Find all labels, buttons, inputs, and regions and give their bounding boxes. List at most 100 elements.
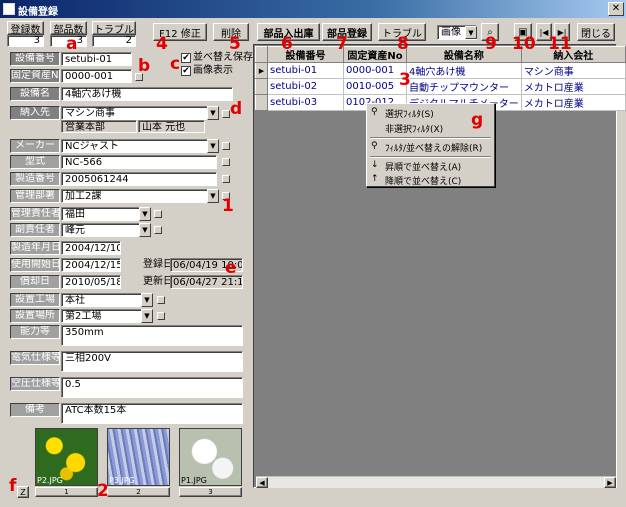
dep-date-field[interactable]: 2010/05/18 xyxy=(61,275,121,289)
sort-descending-icon: ↑ xyxy=(371,174,379,184)
count-registered: 3 xyxy=(7,35,44,47)
submanager-field[interactable]: 峰元 xyxy=(61,223,151,237)
table-cell[interactable]: 4軸穴あけ機 xyxy=(406,62,522,79)
column-header-equip-name[interactable]: 設備名称 xyxy=(406,46,522,63)
marker-4: 4 xyxy=(156,34,168,54)
factory-button[interactable] xyxy=(157,296,165,304)
menu-item-sort-ascending[interactable]: 昇順で並べ替え(A) xyxy=(385,160,461,173)
close-button[interactable]: 閉じる xyxy=(577,23,615,41)
model-label: 型式 xyxy=(10,155,60,169)
scroll-right-icon[interactable]: ▶ xyxy=(604,477,616,488)
table-row[interactable]: setubi-02 0010-005 自動チップマウンター メカトロ産業 xyxy=(255,78,626,95)
factory-dropdown-icon[interactable]: ▼ xyxy=(141,293,153,307)
air-field[interactable]: 0.5 xyxy=(61,377,243,398)
submanager-button[interactable] xyxy=(154,226,162,234)
equip-name-label: 設備名 xyxy=(10,87,60,101)
start-date-label: 使用開始日 xyxy=(10,258,60,272)
maker-dropdown-icon[interactable]: ▼ xyxy=(207,139,219,153)
count-header-trouble[interactable]: トラブル xyxy=(92,21,136,36)
table-cell[interactable]: 自動チップマウンター xyxy=(406,78,522,95)
menu-item-clear-filter-sort[interactable]: ﾌｨﾙﾀ/並べ替えの解除(R) xyxy=(385,141,482,154)
sort-save-checkbox[interactable]: ✔ xyxy=(181,53,191,63)
elec-field[interactable]: 三相200V xyxy=(61,351,243,372)
table-cell[interactable]: setubi-03 xyxy=(267,94,344,111)
marker-a: a xyxy=(66,34,78,54)
show-image-checkbox[interactable]: ✔ xyxy=(181,66,191,76)
air-label: 空圧仕様等 xyxy=(10,377,60,391)
marker-9: 9 xyxy=(485,34,497,54)
model-button[interactable] xyxy=(222,158,230,166)
place-dropdown-icon[interactable]: ▼ xyxy=(141,309,153,323)
table-cell[interactable]: setubi-01 xyxy=(267,62,344,79)
manager-dropdown-icon[interactable]: ▼ xyxy=(139,207,151,221)
equip-no-field[interactable]: setubi-01 xyxy=(61,52,132,66)
menu-item-sort-descending[interactable]: 降順で並べ替え(C) xyxy=(385,174,461,187)
supplier-dropdown-icon[interactable]: ▼ xyxy=(207,106,219,120)
place-field[interactable]: 第2工場 xyxy=(61,309,153,323)
image-index-2[interactable]: 2 xyxy=(107,487,170,497)
supplier-field[interactable]: マシン商事 xyxy=(61,106,219,120)
maker-button[interactable] xyxy=(222,142,230,150)
mfg-date-field[interactable]: 2004/12/10 xyxy=(61,241,121,255)
table-row[interactable]: ▶ setubi-01 0000-001 4軸穴あけ機 マシン商事 xyxy=(255,62,626,79)
place-button[interactable] xyxy=(157,312,165,320)
menu-item-filter-by-selection[interactable]: 選択ﾌｨﾙﾀ(S) xyxy=(385,107,434,120)
supplier-button[interactable] xyxy=(222,110,230,118)
equipment-table: 設備番号 固定資産No 設備名称 納入会社 ▶ setubi-01 0000-0… xyxy=(255,46,626,111)
horizontal-scrollbar[interactable]: ◀ ▶ xyxy=(256,476,616,488)
row-selector[interactable] xyxy=(255,78,268,95)
table-cell[interactable]: 0010-005 xyxy=(343,78,407,95)
marker-d: d xyxy=(230,99,243,119)
image-name-1: P2.JPG xyxy=(37,476,63,485)
elec-label: 電気仕様等 xyxy=(10,351,60,365)
image-index-1[interactable]: 1 xyxy=(35,487,98,497)
asset-no-field[interactable]: 0000-001 xyxy=(61,69,132,83)
factory-field[interactable]: 本社 xyxy=(61,293,153,307)
scroll-left-icon[interactable]: ◀ xyxy=(256,477,268,488)
sort-ascending-icon: ↓ xyxy=(371,160,379,170)
image-nav-button[interactable]: Z xyxy=(17,486,29,498)
mfg-date-label: 製造年月日 xyxy=(10,241,60,255)
start-date-field[interactable]: 2004/12/15 xyxy=(61,258,121,272)
note-label: 備考 xyxy=(10,403,60,417)
column-header-equip-no[interactable]: 設備番号 xyxy=(267,46,344,63)
dept-field[interactable]: 加工2課 xyxy=(61,189,219,203)
marker-c: c xyxy=(170,54,181,74)
marker-g: g xyxy=(471,110,484,130)
window-title: 設備登録 xyxy=(18,7,58,18)
manager-field[interactable]: 福田 xyxy=(61,207,151,221)
window-close-button[interactable]: ✕ xyxy=(608,2,624,16)
model-field[interactable]: NC-566 xyxy=(61,155,217,169)
maker-field[interactable]: NCジャスト xyxy=(61,139,219,153)
current-row-icon[interactable]: ▶ xyxy=(255,62,268,79)
manager-button[interactable] xyxy=(154,210,162,218)
menu-item-filter-excluding-selection[interactable]: 非選択ﾌｨﾙﾀ(X) xyxy=(385,122,443,135)
image-index-3[interactable]: 3 xyxy=(179,487,242,497)
dept-dropdown-icon[interactable]: ▼ xyxy=(207,189,219,203)
marker-11: 11 xyxy=(548,34,572,54)
marker-2: 2 xyxy=(97,481,109,501)
capacity-field[interactable]: 350mm xyxy=(61,325,243,346)
serial-field[interactable]: 2005061244 xyxy=(61,172,217,186)
count-header-parts[interactable]: 部品数 xyxy=(50,21,87,36)
maker-label: メーカー xyxy=(10,139,60,153)
table-cell[interactable]: メカトロ産業 xyxy=(520,94,626,111)
table-cell[interactable]: 0000-001 xyxy=(343,62,407,79)
view-select-arrow-icon[interactable]: ▼ xyxy=(465,26,477,39)
equip-name-field[interactable]: 4軸穴あけ機 xyxy=(61,87,233,101)
row-selector[interactable] xyxy=(255,94,268,111)
table-cell[interactable]: setubi-02 xyxy=(267,78,344,95)
table-cell[interactable]: マシン商事 xyxy=(520,62,626,79)
count-header-registered[interactable]: 登録数 xyxy=(7,21,44,36)
title-bar: 設備登録 ✕ xyxy=(0,0,626,18)
marker-b: b xyxy=(138,56,151,76)
dept-label: 管理部署 xyxy=(10,189,60,203)
submanager-dropdown-icon[interactable]: ▼ xyxy=(139,223,151,237)
column-header-supplier[interactable]: 納入会社 xyxy=(520,46,626,63)
table-cell[interactable]: メカトロ産業 xyxy=(520,78,626,95)
note-field[interactable]: ATC本数15本 xyxy=(61,403,243,424)
asset-no-label: 固定資産No xyxy=(10,69,60,83)
serial-button[interactable] xyxy=(222,175,230,183)
equip-no-label: 設備番号 xyxy=(10,52,60,66)
supplier-person: 山本 元也 xyxy=(138,120,205,133)
